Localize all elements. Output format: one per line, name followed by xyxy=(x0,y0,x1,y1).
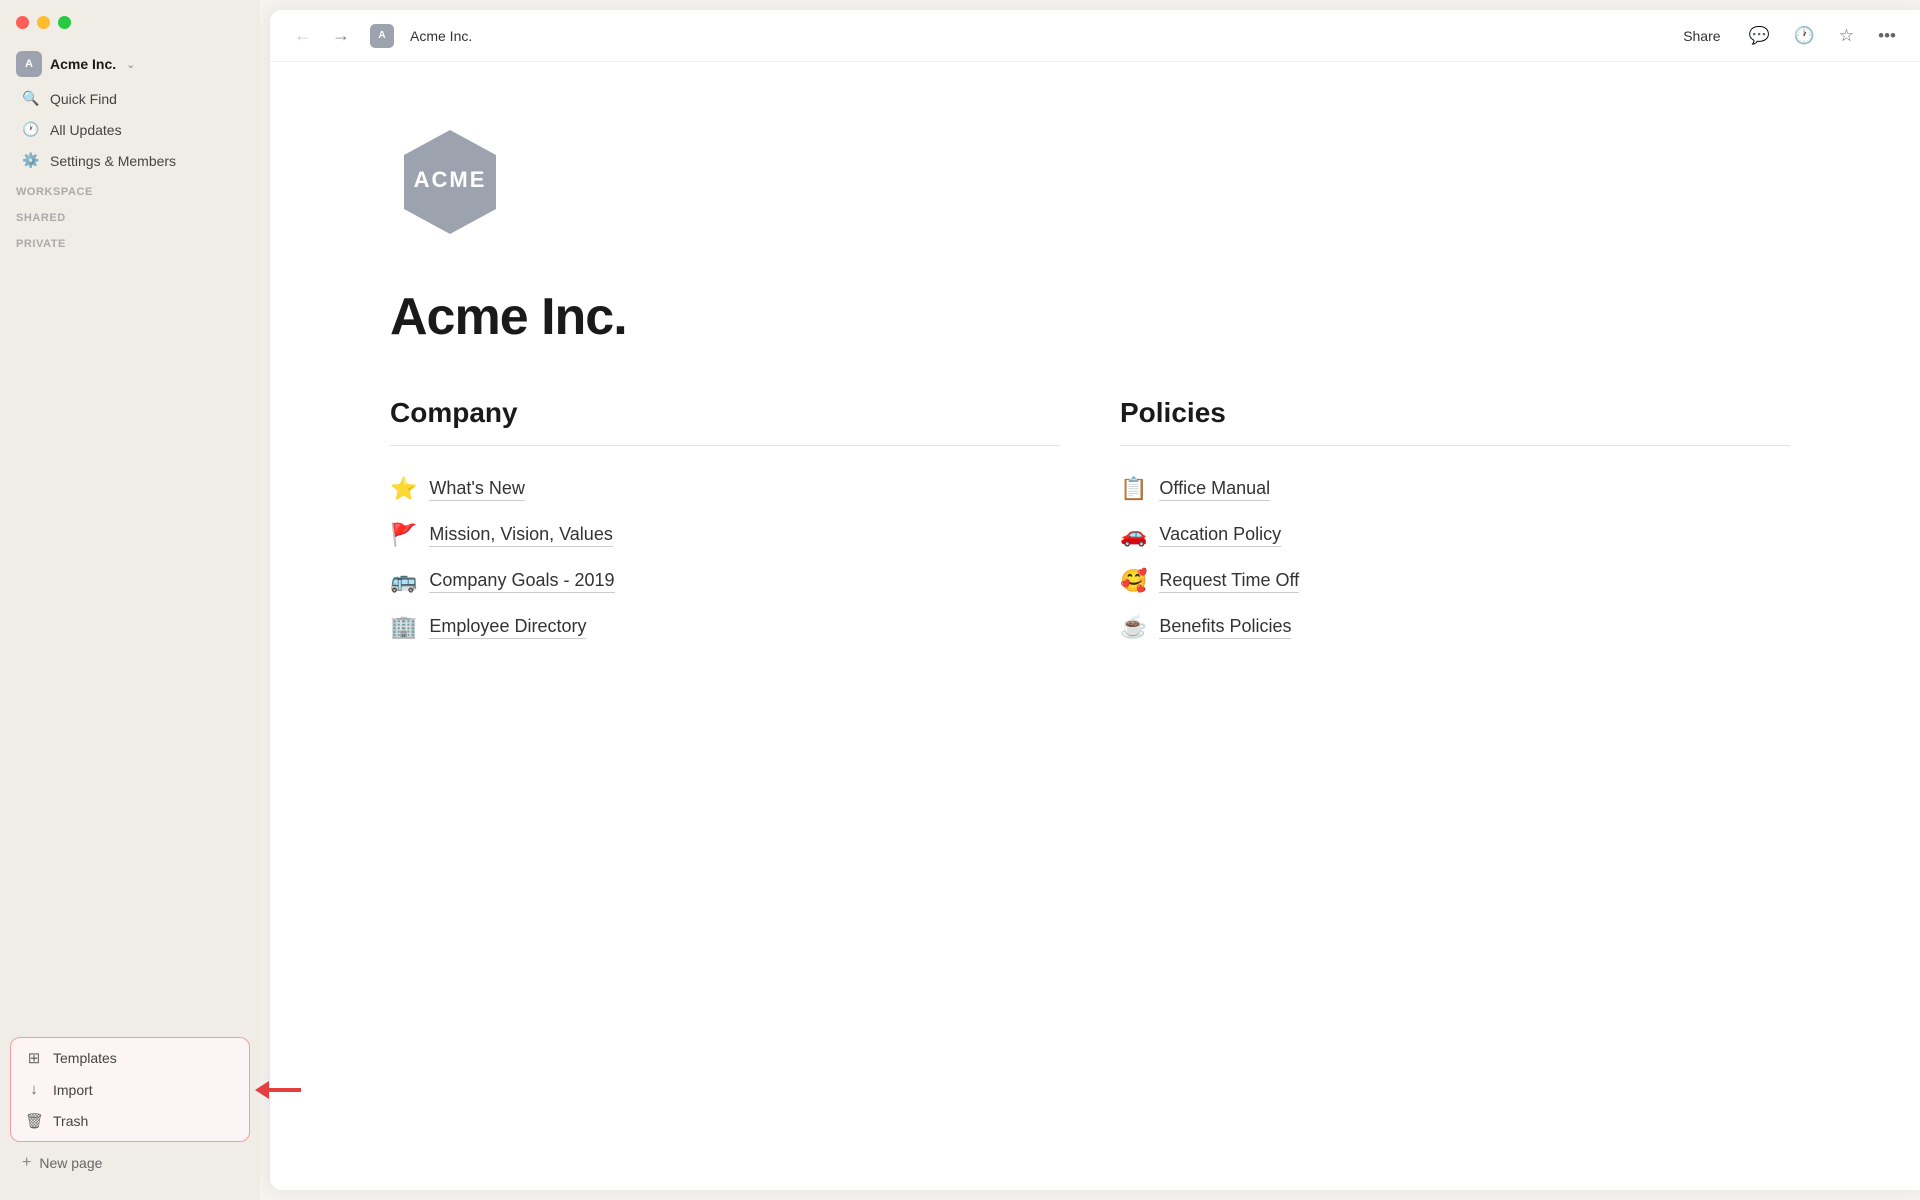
sidebar: A Acme Inc. ⌄ 🔍 Quick Find 🕐 All Updates… xyxy=(0,0,260,1200)
titlebar: ← → A Acme Inc. Share 💬 🕐 ☆ ••• xyxy=(270,10,1920,62)
workspace-section-label: WORKSPACE xyxy=(0,176,260,202)
employee-directory-name: Employee Directory xyxy=(429,616,586,639)
acme-logo: ACME xyxy=(390,122,510,242)
office-manual-emoji: 📋 xyxy=(1120,476,1147,502)
acme-logo-container: ACME xyxy=(390,122,1800,247)
doc-link-employee-directory[interactable]: 🏢 Employee Directory xyxy=(390,604,1060,650)
request-time-off-name: Request Time Off xyxy=(1159,570,1299,593)
settings-icon: ⚙️ xyxy=(22,152,40,169)
history-icon[interactable]: 🕐 xyxy=(1790,22,1819,50)
workspace-header[interactable]: A Acme Inc. ⌄ xyxy=(0,45,260,83)
policies-divider xyxy=(1120,445,1790,446)
main-window: ← → A Acme Inc. Share 💬 🕐 ☆ ••• ACME Acm… xyxy=(270,10,1920,1190)
sidebar-bottom: ⊞ Templates ↓ Import 🗑 Trash + New page xyxy=(0,1033,260,1200)
doc-link-request-time-off[interactable]: 🥰 Request Time Off xyxy=(1120,558,1790,604)
workspace-icon: A xyxy=(16,51,42,77)
trash-icon: 🗑 xyxy=(25,1112,43,1130)
all-updates-label: All Updates xyxy=(50,122,122,138)
share-button[interactable]: Share xyxy=(1675,24,1728,48)
breadcrumb-title: Acme Inc. xyxy=(410,28,472,44)
content-grid: Company ⭐ What's New 🚩 Mission, Vision, … xyxy=(390,397,1790,650)
arrow-body xyxy=(269,1088,301,1092)
sidebar-item-import[interactable]: ↓ Import xyxy=(11,1074,249,1105)
company-goals-name: Company Goals - 2019 xyxy=(429,570,614,593)
policies-section: Policies 📋 Office Manual 🚗 Vacation Poli… xyxy=(1120,397,1790,650)
shared-section-label: SHARED xyxy=(0,202,260,228)
minimize-button[interactable] xyxy=(37,16,50,29)
private-section-label: PRIVATE xyxy=(0,228,260,254)
quick-find-label: Quick Find xyxy=(50,91,117,107)
sidebar-item-templates[interactable]: ⊞ Templates xyxy=(11,1042,249,1074)
arrow-head xyxy=(255,1081,269,1099)
company-section: Company ⭐ What's New 🚩 Mission, Vision, … xyxy=(390,397,1060,650)
close-button[interactable] xyxy=(16,16,29,29)
forward-button[interactable]: → xyxy=(328,21,354,50)
titlebar-actions: Share 💬 🕐 ☆ ••• xyxy=(1675,22,1900,50)
sidebar-item-quick-find[interactable]: 🔍 Quick Find xyxy=(6,84,254,113)
svg-text:ACME: ACME xyxy=(414,167,487,192)
mission-emoji: 🚩 xyxy=(390,522,417,548)
back-button[interactable]: ← xyxy=(290,21,316,50)
nav-controls: ← → A Acme Inc. xyxy=(290,21,472,50)
vacation-policy-emoji: 🚗 xyxy=(1120,522,1147,548)
new-page-button[interactable]: + New page xyxy=(6,1146,254,1180)
comment-icon[interactable]: 💬 xyxy=(1745,22,1774,50)
doc-link-benefits-policies[interactable]: ☕ Benefits Policies xyxy=(1120,604,1790,650)
window-controls xyxy=(0,16,260,45)
sidebar-item-trash[interactable]: 🗑 Trash xyxy=(11,1105,249,1137)
content-area: ACME Acme Inc. Company ⭐ What's New 🚩 Mi… xyxy=(270,62,1920,1190)
favorite-icon[interactable]: ☆ xyxy=(1835,22,1858,50)
doc-link-whats-new[interactable]: ⭐ What's New xyxy=(390,466,1060,512)
templates-icon: ⊞ xyxy=(25,1049,43,1067)
whats-new-emoji: ⭐ xyxy=(390,476,417,502)
sidebar-highlighted-group: ⊞ Templates ↓ Import 🗑 Trash xyxy=(10,1037,250,1142)
arrow-indicator xyxy=(255,1081,301,1099)
maximize-button[interactable] xyxy=(58,16,71,29)
whats-new-name: What's New xyxy=(429,478,524,501)
plus-icon: + xyxy=(22,1154,31,1172)
page-title: Acme Inc. xyxy=(390,287,1800,347)
benefits-policies-name: Benefits Policies xyxy=(1159,616,1291,639)
sidebar-item-all-updates[interactable]: 🕐 All Updates xyxy=(6,115,254,144)
company-section-title: Company xyxy=(390,397,1060,429)
templates-label: Templates xyxy=(53,1050,117,1066)
request-time-off-emoji: 🥰 xyxy=(1120,568,1147,594)
doc-link-company-goals[interactable]: 🚌 Company Goals - 2019 xyxy=(390,558,1060,604)
mission-name: Mission, Vision, Values xyxy=(429,524,612,547)
policies-section-title: Policies xyxy=(1120,397,1790,429)
clock-icon: 🕐 xyxy=(22,121,40,138)
vacation-policy-name: Vacation Policy xyxy=(1159,524,1281,547)
new-page-label: New page xyxy=(39,1155,102,1171)
company-divider xyxy=(390,445,1060,446)
office-manual-name: Office Manual xyxy=(1159,478,1270,501)
chevron-down-icon: ⌄ xyxy=(126,58,135,71)
doc-link-office-manual[interactable]: 📋 Office Manual xyxy=(1120,466,1790,512)
more-icon[interactable]: ••• xyxy=(1874,22,1900,50)
sidebar-item-settings[interactable]: ⚙️ Settings & Members xyxy=(6,146,254,175)
import-label: Import xyxy=(53,1082,93,1098)
benefits-policies-emoji: ☕ xyxy=(1120,614,1147,640)
trash-label: Trash xyxy=(53,1113,88,1129)
doc-link-vacation-policy[interactable]: 🚗 Vacation Policy xyxy=(1120,512,1790,558)
import-icon: ↓ xyxy=(25,1081,43,1098)
employee-directory-emoji: 🏢 xyxy=(390,614,417,640)
breadcrumb-icon: A xyxy=(370,24,394,48)
workspace-name: Acme Inc. xyxy=(50,56,116,72)
company-goals-emoji: 🚌 xyxy=(390,568,417,594)
doc-link-mission[interactable]: 🚩 Mission, Vision, Values xyxy=(390,512,1060,558)
search-icon: 🔍 xyxy=(22,90,40,107)
settings-label: Settings & Members xyxy=(50,153,176,169)
